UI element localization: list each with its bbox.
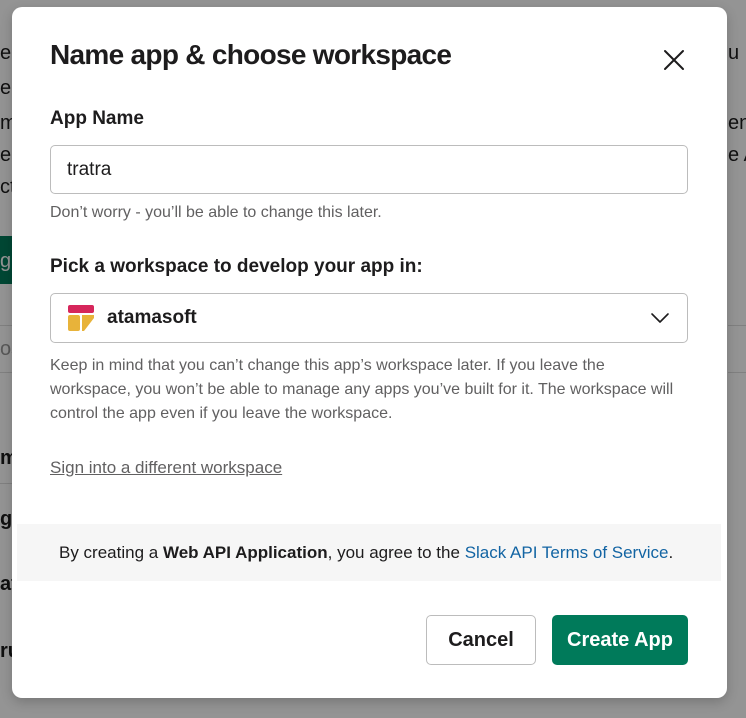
app-name-label: App Name: [50, 108, 144, 129]
cancel-button[interactable]: Cancel: [426, 615, 536, 665]
app-name-hint: Don’t worry - you’ll be able to change t…: [50, 204, 382, 221]
workspace-logo-icon: [68, 305, 94, 331]
create-app-button[interactable]: Create App: [552, 615, 688, 665]
app-name-input[interactable]: [50, 145, 688, 194]
close-icon: [664, 50, 684, 70]
workspace-label: Pick a workspace to develop your app in:: [50, 256, 423, 277]
workspace-hint: Keep in mind that you can’t change this …: [50, 357, 674, 422]
terms-notice: By creating a Web API Application, you a…: [17, 524, 721, 581]
terms-prefix: By creating a: [59, 542, 159, 562]
close-button[interactable]: [658, 44, 690, 76]
terms-of-service-link[interactable]: Slack API Terms of Service: [465, 543, 669, 563]
sign-in-different-workspace-link[interactable]: Sign into a different workspace: [50, 458, 282, 478]
create-app-dialog: Name app & choose workspace App Name Don…: [12, 7, 727, 698]
terms-suffix: .: [668, 542, 674, 562]
workspace-selected-value: atamasoft: [107, 307, 197, 328]
terms-app-type: Web API Application: [162, 542, 328, 562]
dialog-title: Name app & choose workspace: [50, 39, 452, 70]
terms-middle: , you agree to the: [327, 542, 460, 562]
workspace-select[interactable]: atamasoft: [50, 293, 688, 343]
chevron-down-icon: [649, 307, 671, 329]
